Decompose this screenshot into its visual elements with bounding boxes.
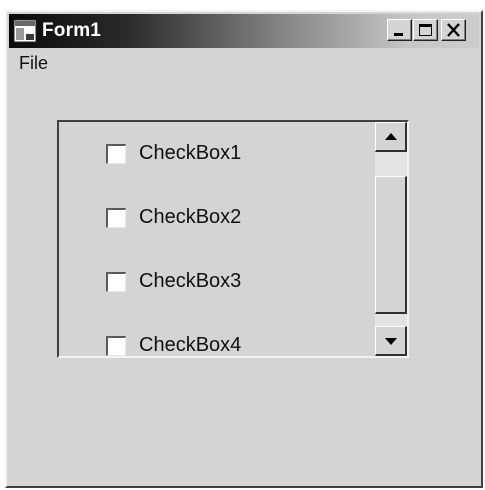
scrollbar-thumb[interactable] <box>375 176 407 314</box>
arrow-up-icon <box>385 133 397 140</box>
close-icon <box>447 23 460 37</box>
scroll-up-button[interactable] <box>375 122 407 152</box>
scroll-down-button[interactable] <box>375 326 407 356</box>
arrow-down-icon <box>385 338 397 345</box>
checkbox-3-box[interactable] <box>106 272 126 292</box>
window-title: Form1 <box>42 20 102 41</box>
close-button[interactable] <box>441 19 466 41</box>
menu-file[interactable]: File <box>19 53 48 74</box>
checkbox-2-label[interactable]: CheckBox2 <box>139 206 241 229</box>
checkbox-4-label[interactable]: CheckBox4 <box>139 334 241 356</box>
checkbox-panel: CheckBox1 CheckBox2 CheckBox3 CheckBox4 <box>57 120 409 358</box>
checkbox-3-label[interactable]: CheckBox3 <box>139 270 241 293</box>
minimize-button[interactable] <box>387 19 412 41</box>
checkbox-2-box[interactable] <box>106 208 126 228</box>
checkbox-1-box[interactable] <box>106 144 126 164</box>
checkbox-1-label[interactable]: CheckBox1 <box>139 142 241 165</box>
maximize-icon <box>419 24 432 36</box>
vertical-scrollbar[interactable] <box>375 122 407 356</box>
maximize-button[interactable] <box>413 19 438 41</box>
checkbox-4-box[interactable] <box>106 336 126 356</box>
minimize-icon <box>394 33 403 36</box>
menu-bar: File <box>9 50 479 78</box>
form-app-icon[interactable] <box>13 19 37 43</box>
form-window: Form1 File CheckBox1 CheckBox2 CheckBox3… <box>5 10 483 488</box>
title-bar[interactable]: Form1 <box>9 14 479 48</box>
